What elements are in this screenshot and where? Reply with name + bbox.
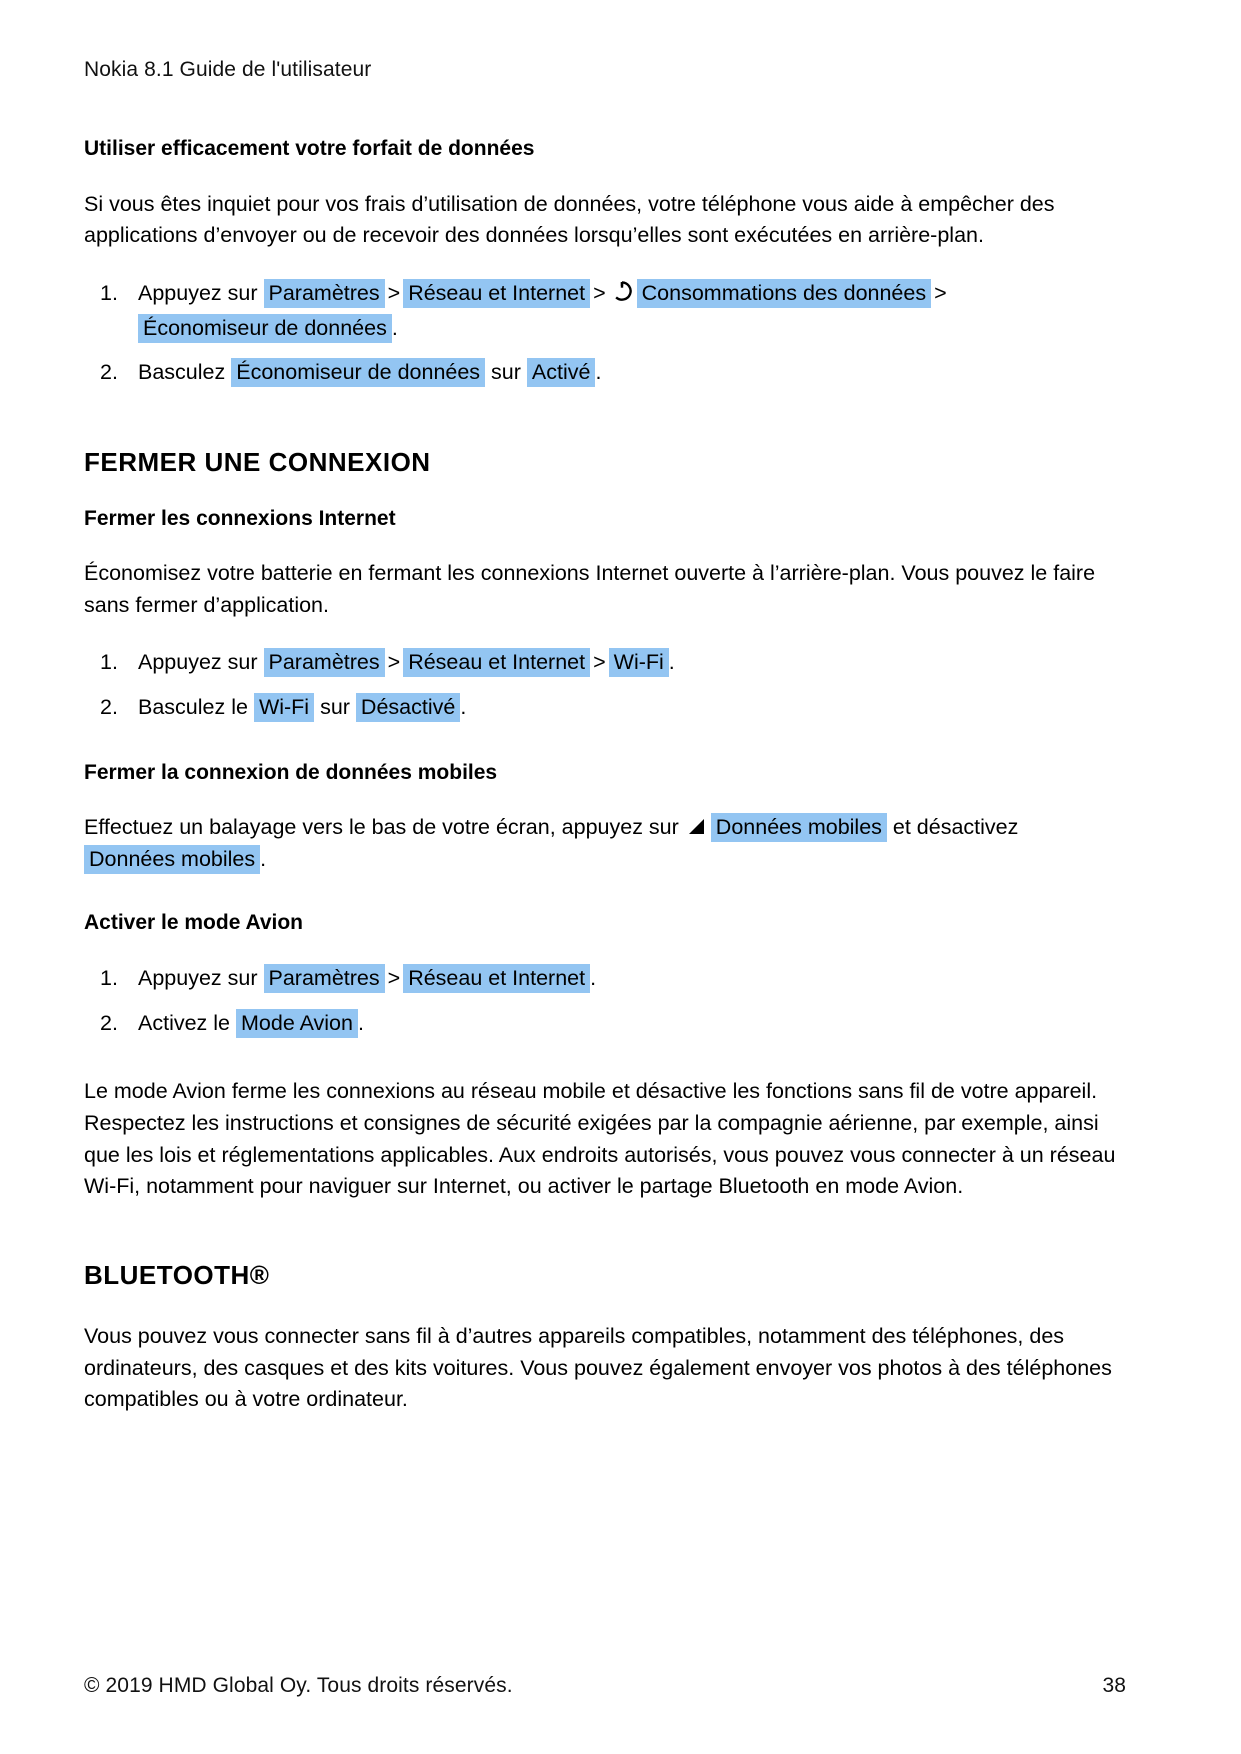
footer-copyright: © 2019 HMD Global Oy. Tous droits réserv… [84, 1674, 513, 1697]
step-item: Activez le Mode Avion. [100, 1006, 1126, 1041]
steps-airplane-mode: Appuyez sur Paramètres > Réseau et Interne… [84, 961, 1126, 1041]
data-usage-icon [611, 280, 633, 302]
step-period: . [595, 360, 602, 385]
step-period: . [460, 695, 467, 720]
paragraph-close-internet-intro: Économisez votre batterie en fermant les… [84, 561, 1096, 617]
path-separator: > [387, 650, 401, 675]
step-mid: sur [320, 695, 350, 720]
paragraph-bluetooth-intro: Vous pouvez vous connecter sans fil à d’… [84, 1324, 1112, 1412]
step-item: Appuyez sur Paramètres > Réseau et Interne… [100, 645, 1126, 680]
ui-path-network-internet[interactable]: Réseau et Internet [403, 963, 591, 993]
ui-state-off[interactable]: Désactivé [355, 693, 461, 723]
paragraph-period: . [260, 846, 267, 871]
step-lead: Appuyez sur [138, 650, 258, 675]
paragraph-airplane-mode-note: Le mode Avion ferme les connexions au ré… [84, 1079, 1116, 1199]
ui-tile-mobile-data[interactable]: Données mobiles [710, 813, 887, 843]
ui-path-data-saver[interactable]: Économiseur de données [138, 313, 392, 343]
step-lead: Basculez [138, 360, 226, 385]
heading-close-connection: FERMER UNE CONNEXION [84, 447, 431, 478]
step-mid: sur [491, 360, 521, 385]
ui-path-data-usage[interactable]: Consommations des données [636, 278, 932, 308]
running-header: Nokia 8.1 Guide de l'utilisateur [84, 58, 372, 81]
page-footer: © 2019 HMD Global Oy. Tous droits réserv… [84, 1674, 1126, 1698]
ui-path-settings[interactable]: Paramètres [263, 963, 385, 993]
mobile-data-text-middle: et désactivez [892, 815, 1019, 840]
step-item: Basculez le Wi-Fi sur Désactivé. [100, 690, 1126, 725]
step-item: Appuyez sur Paramètres > Réseau et Interne… [100, 961, 1126, 996]
step-period: . [590, 965, 597, 990]
steps-data-saver: Appuyez sur Paramètres > Réseau et Interne… [84, 276, 1126, 390]
ui-toggle-mobile-data[interactable]: Données mobiles [84, 844, 261, 874]
paragraph-close-mobile-data: Effectuez un balayage vers le bas de vot… [84, 812, 1126, 875]
step-lead: Activez le [138, 1010, 231, 1035]
path-separator: > [934, 280, 947, 305]
step-period: . [357, 1010, 364, 1035]
document-page: Nokia 8.1 Guide de l'utilisateur Utilise… [0, 0, 1241, 1754]
ui-path-wifi[interactable]: Wi-Fi [608, 648, 669, 678]
signal-triangle-icon [687, 818, 707, 836]
ui-toggle-data-saver[interactable]: Économiseur de données [231, 358, 486, 388]
step-period: . [391, 315, 398, 340]
heading-data-saver: Utiliser efficacement votre forfait de d… [84, 137, 535, 161]
heading-bluetooth: BLUETOOTH® [84, 1259, 270, 1290]
ui-path-settings[interactable]: Paramètres [263, 648, 385, 678]
path-separator: > [593, 280, 606, 305]
step-item: Basculez Économiseur de données sur Acti… [100, 355, 1126, 390]
path-separator: > [593, 650, 606, 675]
heading-airplane-mode: Activer le mode Avion [84, 911, 304, 935]
path-separator: > [387, 965, 401, 990]
step-lead: Appuyez sur [138, 965, 258, 990]
ui-toggle-airplane-mode[interactable]: Mode Avion [236, 1008, 358, 1038]
heading-close-mobile-data: Fermer la connexion de données mobiles [84, 760, 498, 784]
step-lead: Basculez le [138, 695, 248, 720]
path-separator: > [387, 280, 401, 305]
step-item: Appuyez sur Paramètres > Réseau et Interne… [100, 276, 1126, 346]
ui-path-network-internet[interactable]: Réseau et Internet [403, 278, 591, 308]
footer-page-number: 38 [1102, 1674, 1126, 1697]
step-lead: Appuyez sur [138, 280, 258, 305]
mobile-data-text-before: Effectuez un balayage vers le bas de vot… [84, 815, 679, 840]
ui-path-network-internet[interactable]: Réseau et Internet [403, 648, 591, 678]
heading-close-internet-connections: Fermer les connexions Internet [84, 506, 396, 530]
step-period: . [668, 650, 675, 675]
ui-state-on[interactable]: Activé [526, 358, 596, 388]
steps-close-internet: Appuyez sur Paramètres > Réseau et Interne… [84, 645, 1126, 725]
ui-path-settings[interactable]: Paramètres [263, 278, 385, 308]
paragraph-data-saver-intro: Si vous êtes inquiet pour vos frais d’ut… [84, 191, 1055, 248]
ui-toggle-wifi[interactable]: Wi-Fi [253, 693, 315, 723]
